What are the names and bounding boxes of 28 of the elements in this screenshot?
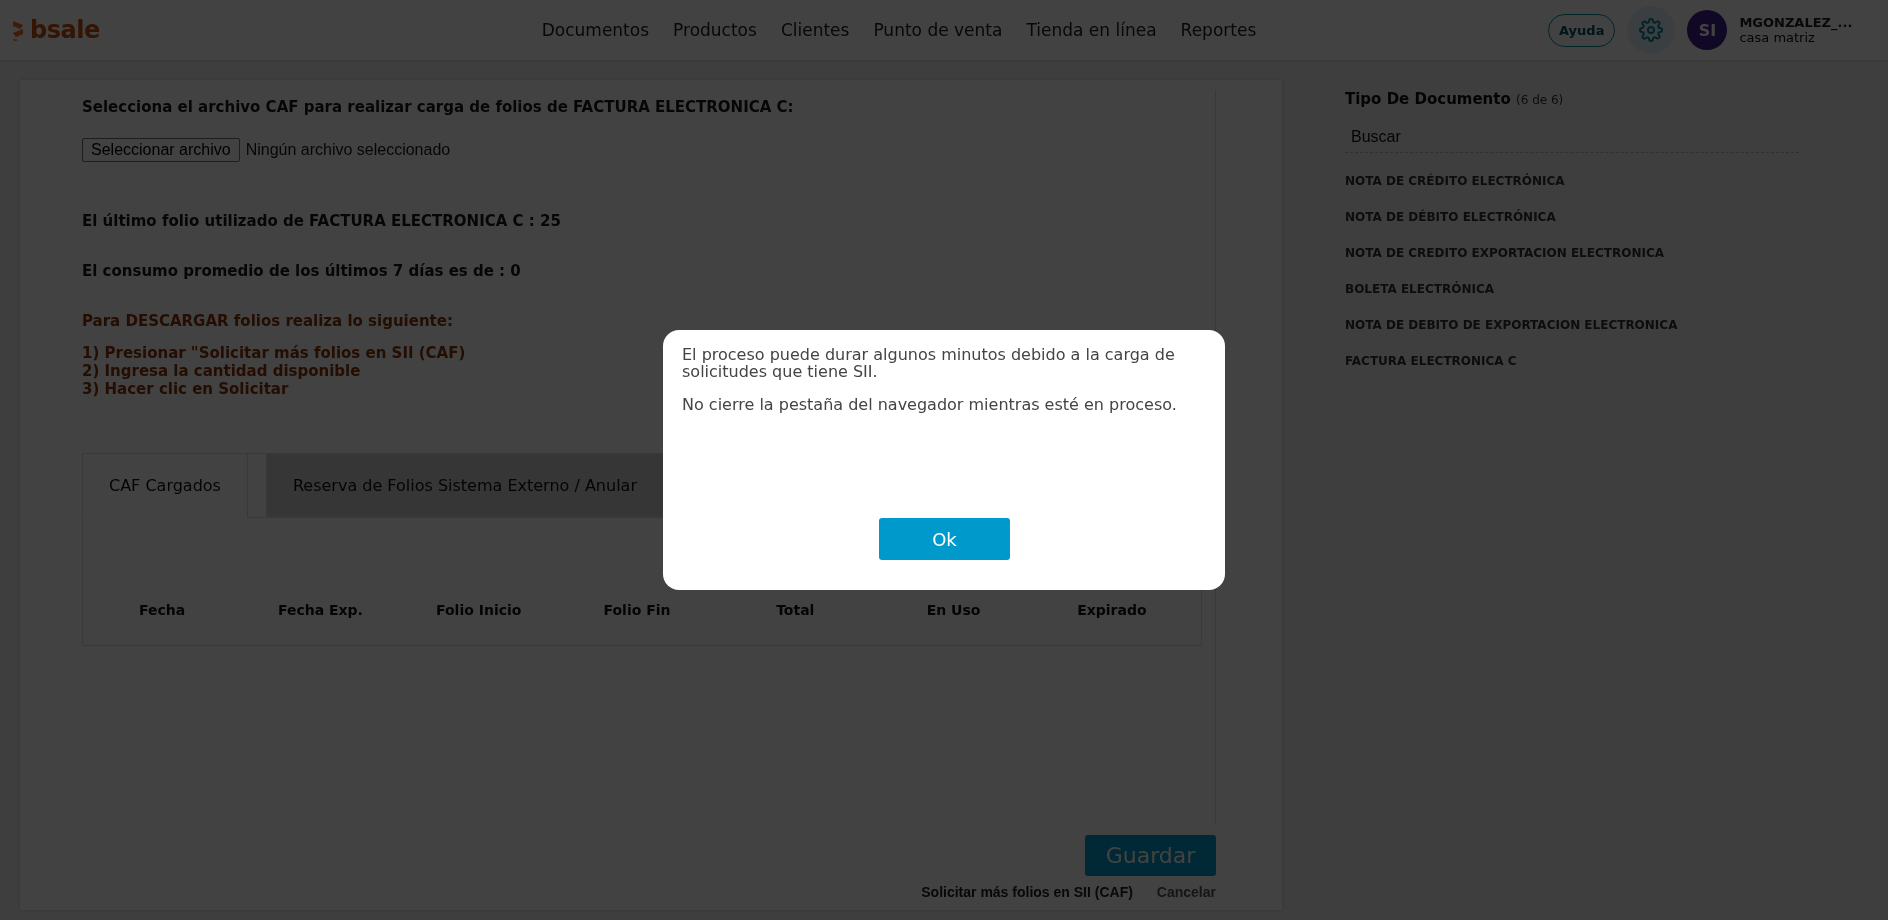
column-header: Fecha (138, 602, 187, 618)
column-header: En Uso (925, 602, 982, 618)
instructions-title: Para DESCARGAR folios realiza lo siguiente: (82, 312, 453, 330)
upload-prompt: Selecciona el archivo CAF para realizar carga de folios de FACTURA ELECTRONICA C: (82, 98, 795, 116)
dialog-message: El proceso puede durar algunos minutos debido a la carga de solicitudes que tiene SII. (682, 346, 1176, 380)
user-name: MGONZALEZ_... (1739, 15, 1853, 30)
column-header: Fecha Exp. (276, 602, 364, 618)
consumption-text: El consumo promedio de los últimos 7 días es de : 0 (82, 262, 522, 280)
last-folio-text: El último folio utilizado de FACTURA ELECTRONICA C : 25 (82, 212, 562, 230)
dialog-message: No cierre la pestaña del navegador mientras esté en proceso. (682, 396, 1178, 413)
nav-link[interactable]: Tienda en línea (1026, 20, 1157, 40)
column-header: Total (775, 602, 816, 618)
branch-name: casa matriz (1739, 30, 1815, 45)
request-folios-link[interactable]: Solicitar más folios en SII (CAF) (921, 884, 1133, 900)
nav-link[interactable]: Clientes (780, 20, 850, 40)
nav-link[interactable]: Documentos (541, 20, 650, 40)
instruction-step: 1) Presionar "Solicitar más folios en SII (CAF) (82, 344, 466, 362)
column-header: Folio Fin (602, 602, 672, 618)
instruction-step: 2) Ingresa la cantidad disponible (82, 362, 361, 380)
ok-button[interactable]: Ok (879, 518, 1010, 560)
file-status: Ningún archivo seleccionado (245, 141, 451, 159)
nav-link[interactable]: Reportes (1180, 20, 1257, 40)
nav-link[interactable]: Punto de venta (873, 20, 1003, 40)
nav-link[interactable]: Productos (673, 20, 757, 40)
column-header: Folio Inicio (435, 602, 523, 618)
instruction-step: 3) Hacer clic en Solicitar (82, 380, 289, 398)
column-header: Expirado (1076, 602, 1148, 618)
sidebar-title-text: Tipo De Documento (1345, 90, 1512, 108)
